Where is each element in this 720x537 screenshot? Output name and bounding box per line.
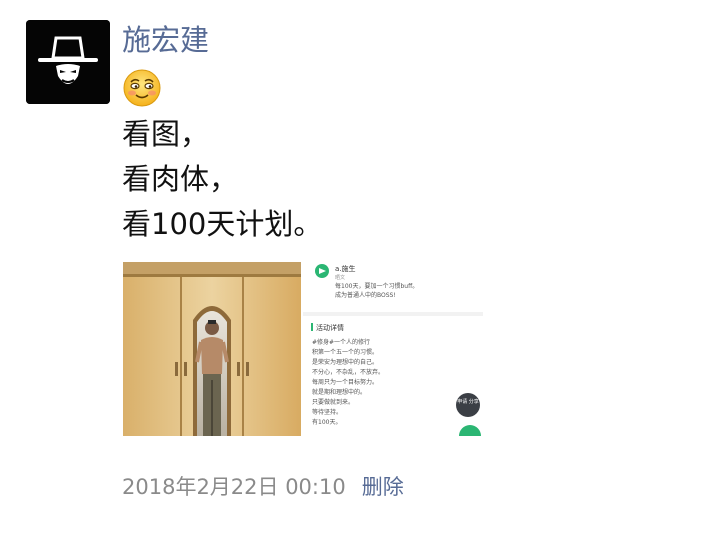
photo-thumbnail-wardrobe[interactable] [123,262,301,436]
post-content: 看图， 看肉体， 看100天计划。 [122,112,322,247]
post-line: 看肉体， [122,162,239,196]
screenshot-body-line: #修身#一个人的修行 [312,339,371,346]
moments-post: 施宏建 看图， 看肉体， 看100天计划。 a.施生 晒文 每100天，要加一个… [0,0,720,537]
screenshot-intro-line: 每100天，要加一个习惯buff。 [335,283,419,290]
delete-button[interactable]: 删除 [362,475,404,499]
masked-man-icon [26,20,110,104]
screenshot-intro-line: 成为普通人中的BOSS! [335,292,396,299]
screenshot-body-line: 每周只为一个目标努力。 [312,379,379,386]
wardrobe-photo-image [123,262,301,436]
screenshot-body-line: 有100天。 [312,419,342,426]
post-meta: 2018年2月22日 00:10 删除 [122,472,404,502]
photo-thumbnail-screenshot[interactable]: a.施生 晒文 每100天，要加一个习惯buff。 成为普通人中的BOSS! 活… [303,262,483,436]
avatar[interactable] [26,20,110,104]
post-timestamp: 2018年2月22日 00:10 [122,475,346,499]
screenshot-body-line: 就是期和理想中的。 [312,389,367,396]
screenshot-body-line: 等待坚持。 [312,409,343,416]
screenshot-username: a.施生 [335,265,356,273]
screenshot-subtitle: 晒文 [335,275,346,281]
username-link[interactable]: 施宏建 [122,20,209,60]
screenshot-body-line: 不分心，不杂乱，不放弃。 [312,369,385,376]
screenshot-body-line: 是荣安为理想中的自己。 [312,359,379,366]
screenshot-body-line: 只要做就到来。 [312,399,355,406]
smiling-face-icon [122,68,162,108]
post-line: 看图， [122,117,210,151]
screenshot-share-button: 申请 分享 [456,393,480,417]
screenshot-body-line: 积第一个五一个的习惯。 [312,349,379,356]
post-line: 看100天计划。 [122,207,323,241]
screenshot-section-title: 活动详情 [316,324,344,332]
